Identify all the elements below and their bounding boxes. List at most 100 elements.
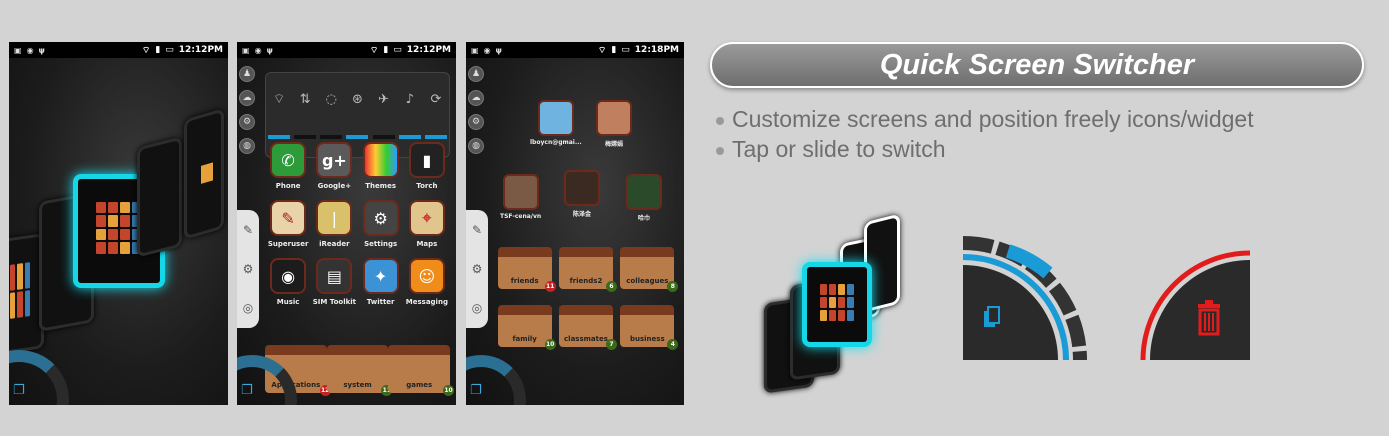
torch-icon: ▮ bbox=[408, 142, 445, 178]
app-torch[interactable]: ▮ Torch bbox=[404, 142, 450, 190]
user-icon[interactable]: ♟ bbox=[468, 66, 484, 82]
android-icon: ◉ bbox=[254, 45, 262, 55]
trash-icon bbox=[1198, 300, 1220, 336]
globe-icon[interactable]: ◎ bbox=[243, 301, 253, 315]
google-plus-icon: g+ bbox=[316, 142, 353, 178]
folder-friends2[interactable]: friends2 6 bbox=[558, 247, 617, 292]
contact-photo bbox=[537, 100, 574, 136]
screen-card[interactable] bbox=[137, 136, 182, 258]
folder-friends[interactable]: friends 11 bbox=[497, 247, 556, 292]
signal-icon: ▮ bbox=[383, 45, 389, 55]
signal-icon: ▮ bbox=[155, 45, 161, 55]
toggle-sound[interactable]: ♪ bbox=[398, 92, 421, 139]
screen-card[interactable] bbox=[184, 108, 224, 240]
wifi-icon: ⌔ bbox=[597, 45, 607, 56]
pin-icon[interactable]: ✎ bbox=[243, 223, 253, 237]
gear-icon[interactable]: ⚙ bbox=[472, 262, 483, 276]
folder-badge: 10 bbox=[443, 385, 455, 396]
feature-title: Quick Screen Switcher bbox=[879, 48, 1195, 81]
app-sim-toolkit[interactable]: ▤ SIM Toolkit bbox=[311, 258, 357, 306]
bullet-item: Tap or slide to switch bbox=[716, 134, 1254, 164]
contact-widget[interactable]: 陈泽金 bbox=[564, 170, 600, 218]
globe-icon[interactable]: ◍ bbox=[468, 138, 484, 154]
gear-icon[interactable]: ⚙ bbox=[468, 114, 484, 130]
app-google-plus[interactable]: g+ Google+ bbox=[311, 142, 357, 190]
folder-system[interactable]: system 11 bbox=[326, 345, 393, 396]
screens-icon: ❐ bbox=[241, 383, 253, 398]
music-icon: ◉ bbox=[270, 258, 307, 294]
phone-screenshot-2: ▣ ◉ ψ ⌔ ▮ ▭ 12:12PM ♟ ☁ ⚙ ◍ ⌔ ⇅ ◌ ⊛ ✈ ♪ ⟳ ✆ Ph… bbox=[237, 42, 456, 405]
folder-badge: 7 bbox=[605, 339, 617, 350]
contact-widget[interactable]: 梅嫦娟 bbox=[596, 100, 632, 148]
status-bar: ▣ ◉ ψ ⌔ ▮ ▭ 12:18PM bbox=[466, 42, 684, 58]
toggle-rotate[interactable]: ⟳ bbox=[424, 92, 447, 139]
ireader-icon: ❘ bbox=[316, 200, 353, 236]
gear-icon[interactable]: ⚙ bbox=[243, 262, 254, 276]
toggle-wifi[interactable]: ⌔ bbox=[268, 91, 291, 139]
toggle-airplane[interactable]: ✈ bbox=[372, 92, 395, 139]
user-icon[interactable]: ♟ bbox=[239, 66, 255, 82]
folder-business[interactable]: business 4 bbox=[620, 305, 679, 350]
app-superuser[interactable]: ✎ Superuser bbox=[265, 200, 311, 248]
folder-badge: 8 bbox=[667, 281, 679, 292]
android-icon: ◉ bbox=[26, 45, 34, 55]
folder-badge: 6 bbox=[605, 281, 617, 292]
globe-icon[interactable]: ◍ bbox=[239, 138, 255, 154]
toggle-data[interactable]: ⇅ bbox=[294, 92, 317, 139]
app-messaging[interactable]: ☺ Messaging bbox=[404, 258, 450, 306]
app-music[interactable]: ◉ Music bbox=[265, 258, 311, 306]
usb-icon: ψ bbox=[38, 45, 45, 55]
pin-icon[interactable]: ✎ bbox=[472, 223, 482, 237]
contact-widget[interactable]: TSF-cena/vn bbox=[500, 174, 541, 220]
app-phone[interactable]: ✆ Phone bbox=[265, 142, 311, 190]
contact-widget[interactable]: 哈巾 bbox=[626, 174, 662, 222]
usb-icon: ψ bbox=[266, 45, 273, 55]
delete-dial-illustration bbox=[1140, 250, 1251, 361]
globe-icon[interactable]: ◎ bbox=[472, 301, 482, 315]
contact-widget[interactable]: lboycn@gmai... bbox=[530, 100, 582, 146]
battery-icon: ▭ bbox=[393, 45, 402, 55]
toggle-bluetooth[interactable]: ◌ bbox=[320, 92, 343, 139]
toggle-gps[interactable]: ⊛ bbox=[346, 92, 369, 139]
clock: 12:12PM bbox=[178, 45, 223, 55]
cloud-icon[interactable]: ☁ bbox=[468, 90, 484, 106]
battery-icon: ▭ bbox=[165, 45, 174, 55]
notification-icon: ▣ bbox=[242, 45, 250, 55]
screens-icon: ❐ bbox=[13, 383, 25, 398]
feature-title-bar: Quick Screen Switcher bbox=[710, 42, 1364, 88]
phone-screenshot-3: ▣ ◉ ψ ⌔ ▮ ▭ 12:18PM ♟ ☁ ⚙ ◍ lboycn@gmai... 梅嫦… bbox=[466, 42, 684, 405]
superuser-icon: ✎ bbox=[270, 200, 307, 236]
folder-family[interactable]: family 10 bbox=[497, 305, 556, 350]
screen-card-selected bbox=[802, 262, 872, 347]
phone-icon: ✆ bbox=[270, 142, 307, 178]
status-bar: ▣ ◉ ψ ⌔ ▮ ▭ 12:12PM bbox=[9, 42, 228, 58]
contact-photo bbox=[596, 100, 632, 136]
signal-icon: ▮ bbox=[611, 45, 617, 55]
bullet-item: Customize screens and position freely ic… bbox=[716, 104, 1254, 134]
themes-icon bbox=[362, 142, 399, 178]
wallpaper bbox=[466, 42, 684, 405]
usb-icon: ψ bbox=[495, 45, 502, 55]
app-settings[interactable]: ⚙ Settings bbox=[358, 200, 404, 248]
cloud-icon[interactable]: ☁ bbox=[239, 90, 255, 106]
clock: 12:18PM bbox=[634, 45, 679, 55]
folder-classmates[interactable]: classmates 7 bbox=[558, 305, 617, 350]
settings-icon: ⚙ bbox=[362, 200, 399, 236]
gear-icon[interactable]: ⚙ bbox=[239, 114, 255, 130]
app-twitter[interactable]: ✦ Twitter bbox=[358, 258, 404, 306]
side-shortcuts: ♟ ☁ ⚙ ◍ bbox=[237, 66, 257, 154]
side-tab[interactable]: ✎ ⚙ ◎ bbox=[237, 210, 259, 328]
folder-grid: friends 11 friends2 6 colleagues 8 family 10… bbox=[494, 247, 679, 350]
folder-colleagues[interactable]: colleagues 8 bbox=[620, 247, 679, 292]
side-shortcuts: ♟ ☁ ⚙ ◍ bbox=[466, 66, 486, 154]
messaging-icon: ☺ bbox=[408, 258, 445, 294]
wifi-icon: ⌔ bbox=[369, 45, 379, 56]
folder-games[interactable]: games 10 bbox=[388, 345, 455, 396]
app-themes[interactable]: Themes bbox=[358, 142, 404, 190]
app-ireader[interactable]: ❘ iReader bbox=[311, 200, 357, 248]
side-tab[interactable]: ✎ ⚙ ◎ bbox=[466, 210, 488, 328]
app-maps[interactable]: ⌖ Maps bbox=[404, 200, 450, 248]
notification-icon: ▣ bbox=[471, 45, 479, 55]
maps-icon: ⌖ bbox=[408, 200, 445, 236]
feature-bullets: Customize screens and position freely ic… bbox=[716, 104, 1254, 164]
